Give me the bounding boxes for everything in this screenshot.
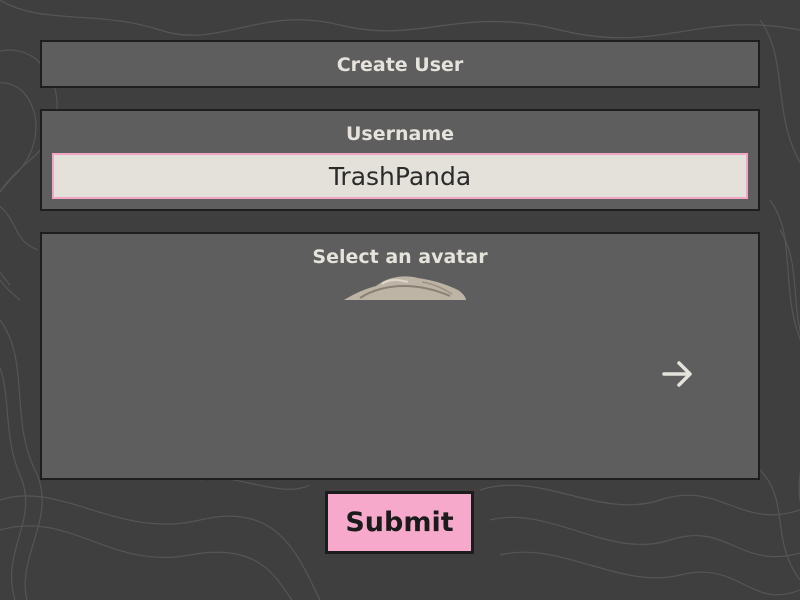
submit-button[interactable]: Submit [325,491,474,554]
username-input[interactable] [52,153,748,199]
create-user-header: Create User [40,40,760,88]
avatar-label: Select an avatar [312,246,488,268]
page-title: Create User [336,54,464,76]
avatar-section: Select an avatar [40,232,760,480]
username-label: Username [345,123,455,145]
arrow-right-icon[interactable] [658,356,698,392]
avatar-image[interactable] [342,272,468,302]
username-section: Username [40,109,760,211]
